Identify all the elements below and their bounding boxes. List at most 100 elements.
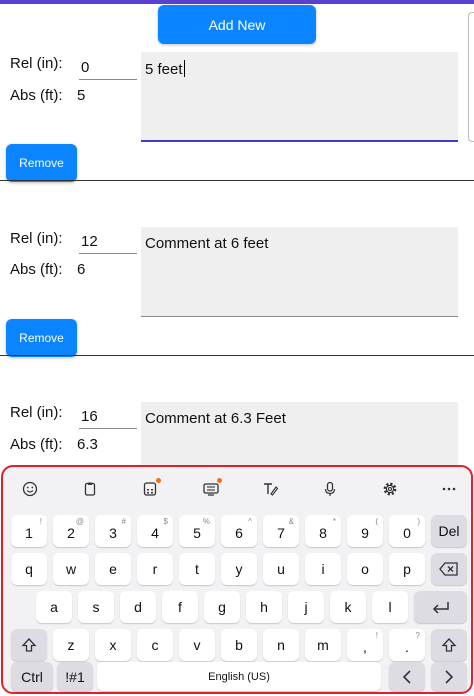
key-label: 2: [67, 525, 75, 541]
more-icon[interactable]: [435, 475, 463, 503]
key-label: ,: [363, 639, 367, 655]
comment-field[interactable]: 5 feet: [141, 52, 458, 142]
key-b[interactable]: b: [221, 629, 257, 661]
key-l[interactable]: l: [372, 591, 408, 623]
key-hint: ): [417, 517, 420, 526]
key-hint: #: [121, 517, 126, 526]
comment-text: Comment at 6.3 Feet: [145, 410, 286, 427]
key-label: v: [193, 637, 201, 653]
key-j[interactable]: j: [288, 591, 324, 623]
key-f[interactable]: f: [162, 591, 198, 623]
key-y[interactable]: y: [221, 553, 257, 585]
key-6[interactable]: ^ 6: [221, 515, 257, 547]
key-label: n: [277, 637, 285, 653]
arrow-left-key[interactable]: [389, 662, 425, 691]
rel-label: Rel (in):: [10, 404, 63, 421]
on-screen-keyboard: ! 1 @2 #3 $4 % 5 ^ 6 & 7 * 8 (9 ) 0 Del q w e …: [1, 465, 473, 694]
key-c[interactable]: c: [137, 629, 173, 661]
key-hint: ?: [415, 631, 420, 640]
key-m[interactable]: m: [305, 629, 341, 661]
key-p[interactable]: p: [389, 553, 425, 585]
rel-input[interactable]: 0: [79, 56, 137, 80]
emoji-icon[interactable]: [16, 475, 44, 503]
key-hint: $: [163, 517, 168, 526]
key-period[interactable]: ?.: [389, 629, 425, 661]
add-new-button[interactable]: Add New: [158, 5, 316, 44]
key-3[interactable]: #3: [95, 515, 131, 547]
settings-icon[interactable]: [376, 475, 404, 503]
shift-icon: [441, 638, 457, 652]
keyboard-mode-icon[interactable]: [197, 475, 225, 503]
key-2[interactable]: @2: [53, 515, 89, 547]
calculator-icon[interactable]: [136, 475, 164, 503]
rel-input[interactable]: 16: [79, 405, 137, 429]
key-label: 7: [277, 525, 285, 541]
key-comma[interactable]: !,: [347, 629, 383, 661]
key-z[interactable]: z: [53, 629, 89, 661]
key-o[interactable]: o: [347, 553, 383, 585]
key-5[interactable]: % 5: [179, 515, 215, 547]
key-v[interactable]: v: [179, 629, 215, 661]
key-0[interactable]: ) 0: [389, 515, 425, 547]
key-label: 8: [319, 525, 327, 541]
key-u[interactable]: u: [263, 553, 299, 585]
clipboard-icon[interactable]: [76, 475, 104, 503]
key-label: b: [235, 637, 243, 653]
rel-label: Rel (in):: [10, 230, 63, 247]
abs-value: 6: [77, 261, 86, 278]
text-caret: [183, 60, 185, 77]
delete-key[interactable]: Del: [431, 515, 467, 547]
abs-label: Abs (ft):: [10, 436, 63, 453]
key-hint: !: [39, 517, 42, 526]
key-9[interactable]: (9: [347, 515, 383, 547]
key-i[interactable]: i: [305, 553, 341, 585]
key-4[interactable]: $4: [137, 515, 173, 547]
backspace-key[interactable]: [431, 553, 467, 585]
key-r[interactable]: r: [137, 553, 173, 585]
chevron-right-icon: [445, 669, 454, 684]
key-label: z: [67, 637, 75, 653]
entry-divider: [0, 355, 474, 356]
ctrl-key[interactable]: Ctrl: [11, 662, 53, 691]
key-1[interactable]: ! 1: [11, 515, 47, 547]
top-status-bar: [0, 0, 474, 4]
key-label: c: [151, 637, 159, 653]
key-label: x: [109, 637, 117, 653]
key-label: .: [405, 639, 409, 655]
shift-key-right[interactable]: [431, 629, 467, 661]
comment-field[interactable]: Comment at 6 feet: [141, 227, 458, 317]
key-x[interactable]: x: [95, 629, 131, 661]
key-w[interactable]: w: [53, 553, 89, 585]
key-8[interactable]: * 8: [305, 515, 341, 547]
key-7[interactable]: & 7: [263, 515, 299, 547]
entry-divider: [0, 180, 474, 181]
key-a[interactable]: a: [36, 591, 72, 623]
key-t[interactable]: t: [179, 553, 215, 585]
key-e[interactable]: e: [95, 553, 131, 585]
key-hint: &: [288, 517, 294, 526]
key-hint: *: [332, 517, 336, 526]
space-bar[interactable]: English (US): [97, 662, 381, 691]
key-s[interactable]: s: [78, 591, 114, 623]
notification-dot: [217, 478, 222, 483]
microphone-icon[interactable]: [316, 475, 344, 503]
key-label: 3: [109, 525, 117, 541]
handwriting-icon[interactable]: [256, 475, 284, 503]
comment-field[interactable]: Comment at 6.3 Feet: [141, 402, 458, 466]
remove-button[interactable]: Remove: [6, 319, 77, 357]
enter-key[interactable]: [414, 591, 467, 623]
key-label: 9: [361, 525, 369, 541]
key-d[interactable]: d: [120, 591, 156, 623]
key-q[interactable]: q: [11, 553, 47, 585]
key-g[interactable]: g: [204, 591, 240, 623]
arrow-right-key[interactable]: [431, 662, 467, 691]
key-k[interactable]: k: [330, 591, 366, 623]
symbols-key[interactable]: !#1: [57, 662, 93, 691]
key-hint: ^: [248, 517, 252, 526]
key-h[interactable]: h: [246, 591, 282, 623]
shift-key-left[interactable]: [11, 629, 47, 661]
key-label: Del: [438, 523, 460, 539]
key-n[interactable]: n: [263, 629, 299, 661]
rel-input[interactable]: 12: [79, 230, 137, 254]
remove-button[interactable]: Remove: [6, 144, 77, 182]
